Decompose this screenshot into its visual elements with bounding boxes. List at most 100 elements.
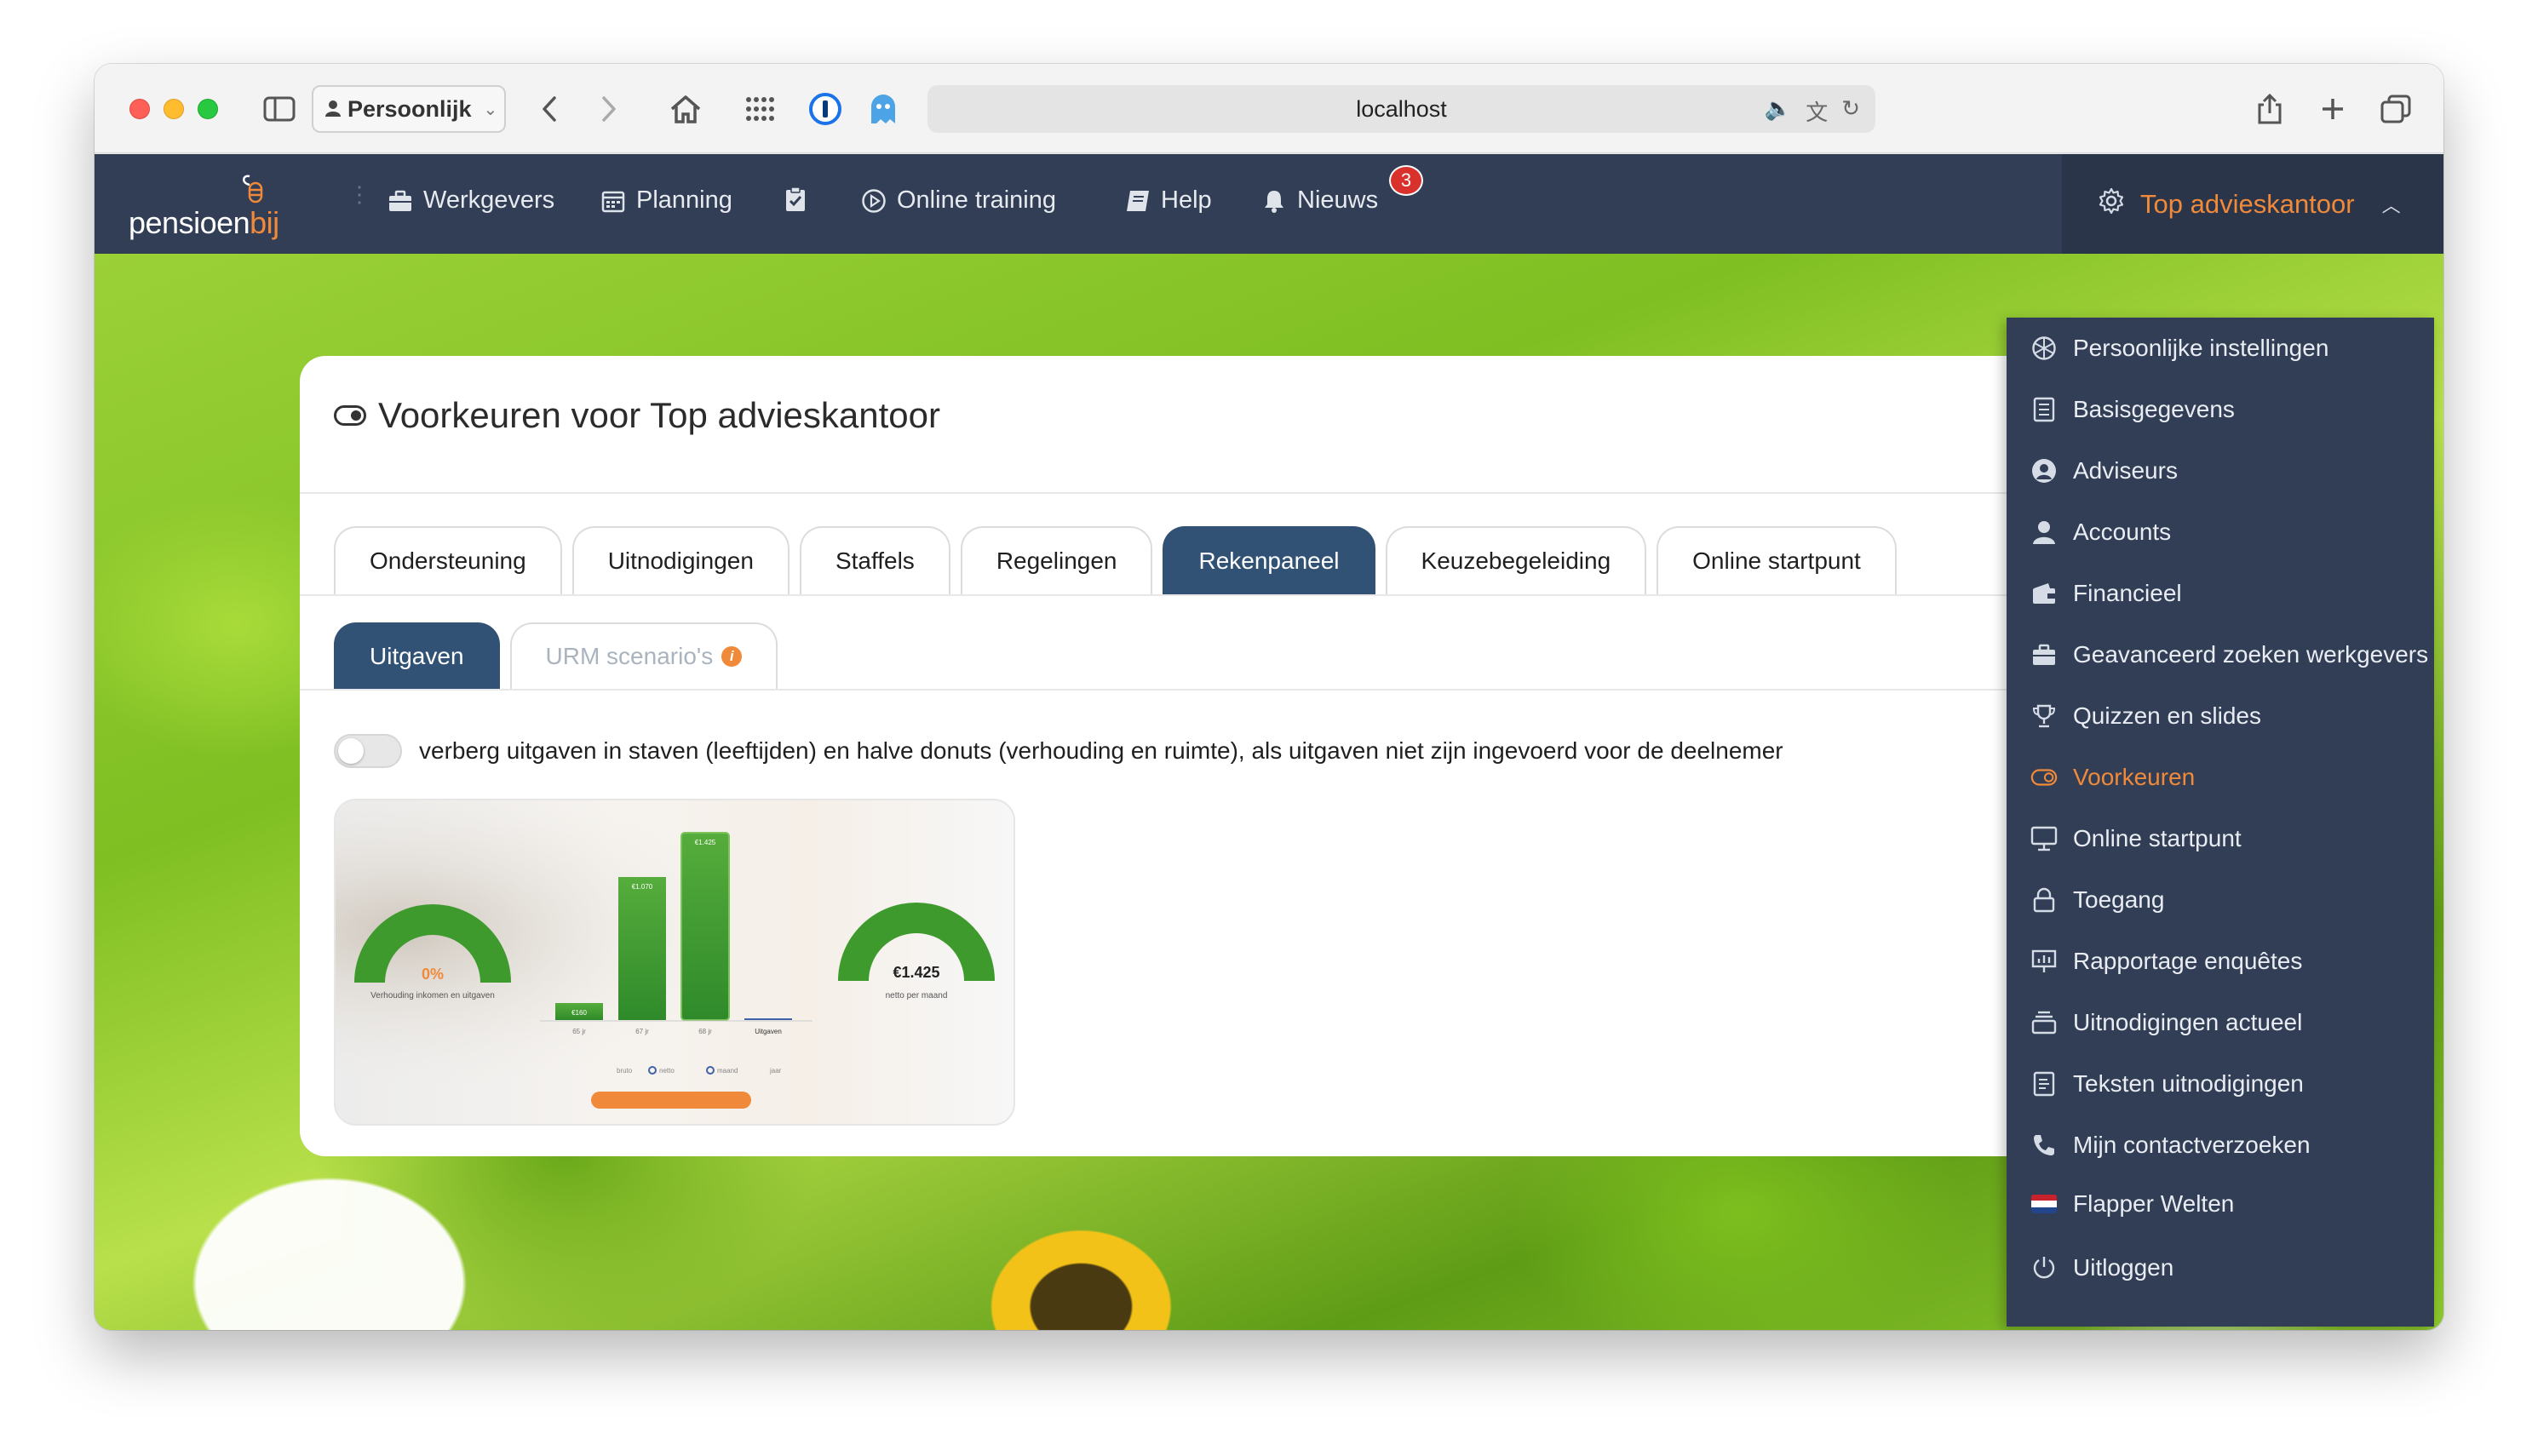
menu-item-label: Rapportage enquêtes [2073,948,2303,974]
app-navbar: pensioenbij ⋮ Werkgevers Planning Online… [95,154,2443,254]
menu-item-rapportage-enquetes[interactable]: Rapportage enquêtes [2030,948,2302,975]
calendar-icon [600,188,626,214]
aperture-icon [2030,335,2058,362]
tab-rekenpaneel[interactable]: Rekenpaneel [1163,526,1375,594]
menu-item-teksten-uitnodigingen[interactable]: Teksten uitnodigingen [2030,1070,2304,1098]
briefcase-icon [2030,641,2058,668]
nav-label: Nieuws [1297,186,1379,214]
profile-label: Persoonlijk [347,95,472,122]
right-donut-value: €1.425 [893,964,939,981]
speaker-icon[interactable]: 🔈 [1765,95,1792,127]
sidebar-toggle-icon[interactable] [261,91,297,127]
menu-item-financieel[interactable]: Financieel [2030,580,2182,607]
bee-icon [243,175,263,203]
user-circle-icon [2030,457,2058,484]
tab-regelingen[interactable]: Regelingen [960,526,1153,594]
forward-icon[interactable] [592,91,626,127]
bar-67 [618,877,666,1020]
bar-67-label: 67 jr [635,1028,649,1035]
menu-item-user-flapper-welten[interactable]: Flapper Welten [2030,1190,2234,1218]
profile-switcher[interactable]: Persoonlijk ⌄ [312,85,506,133]
url-text: localhost [1356,96,1447,122]
bar-uitgaven-label: Uitgaven [755,1028,782,1035]
nav-label: Online training [897,186,1056,214]
address-bar[interactable]: localhost 🔈 文 ↻ [927,85,1875,133]
menu-item-label: Mijn contactverzoeken [2073,1132,2311,1158]
chevron-up-icon: ︿ [2381,194,2401,216]
subtab-urm-scenarios[interactable]: URM scenario's i [509,622,778,689]
menu-item-label: Flapper Welten [2073,1190,2235,1217]
page-title: Voorkeuren voor Top advieskantoor [334,395,940,436]
inbox-stack-icon [2030,1009,2058,1036]
tab-staffels[interactable]: Staffels [799,526,950,594]
menu-item-label: Persoonlijke instellingen [2073,335,2329,361]
translate-icon[interactable]: 文 [1806,95,1828,127]
user-icon [2030,519,2058,546]
pensioenbij-logo[interactable]: pensioenbij [129,173,299,241]
menu-item-basisgegevens[interactable]: Basisgegevens [2030,396,2235,423]
bar-67-value: €1.070 [632,883,653,891]
person-icon [325,96,341,123]
ghost-extension-icon[interactable] [864,91,902,127]
menu-item-label: Online startpunt [2073,825,2242,851]
zoom-window-button[interactable] [198,99,218,119]
document-list-icon [2030,396,2058,423]
menu-item-accounts[interactable]: Accounts [2030,519,2171,546]
menu-item-label: Toegang [2073,886,2165,913]
tab-online-startpunt[interactable]: Online startpunt [1657,526,1897,594]
phone-icon [2030,1132,2058,1159]
close-window-button[interactable] [129,99,150,119]
menu-item-persoonlijke-instellingen[interactable]: Persoonlijke instellingen [2030,335,2328,362]
preview-background [336,800,1013,1124]
menu-item-adviseurs[interactable]: Adviseurs [2030,457,2178,484]
more-vertical-icon[interactable]: ⋮ [348,183,370,205]
nav-werkgevers[interactable]: Werkgevers [388,186,554,215]
tab-keuzebegeleiding[interactable]: Keuzebegeleiding [1385,526,1647,594]
bar-68-label: 68 jr [698,1028,712,1035]
menu-item-label: Uitloggen [2073,1254,2174,1281]
logo-word: pensioen [129,205,250,240]
tab-overview-icon[interactable] [2377,91,2415,127]
menu-item-geavanceerd-zoeken[interactable]: Geavanceerd zoeken werkgevers [2030,641,2428,668]
nav-help[interactable]: Help [1125,186,1212,215]
menu-item-online-startpunt[interactable]: Online startpunt [2030,825,2242,852]
menu-item-toegang[interactable]: Toegang [2030,886,2164,914]
settings-card: Voorkeuren voor Top advieskantoor Onders… [300,356,2139,1156]
bell-icon [1261,188,1287,214]
nav-online-training[interactable]: Online training [861,186,1056,215]
password-manager-icon[interactable] [807,91,844,127]
wallet-icon [2030,580,2058,607]
new-tab-icon[interactable] [2316,91,2350,127]
toggle-netto: netto [659,1067,675,1075]
menu-item-label: Accounts [2073,519,2172,545]
menu-item-contactverzoeken[interactable]: Mijn contactverzoeken [2030,1132,2311,1159]
menu-item-label: Financieel [2073,580,2182,606]
account-menu-toggle[interactable]: Top advieskantoor ︿ [2062,154,2443,254]
play-circle-icon [861,188,887,214]
back-icon[interactable] [532,91,566,127]
nav-planning[interactable]: Planning [600,186,732,215]
info-icon[interactable]: i [721,646,743,667]
trophy-icon [2030,702,2058,730]
left-donut-label: Verhouding inkomen en uitgaven [370,991,495,1000]
home-icon[interactable] [667,91,704,127]
sub-tabs: Uitgaven URM scenario's i [334,622,778,689]
hide-expenses-toggle[interactable] [334,734,402,768]
nav-nieuws[interactable]: Nieuws [1261,186,1378,215]
bar-uitgaven [744,1018,792,1020]
menu-item-quizzen[interactable]: Quizzen en slides [2030,702,2261,730]
subtab-uitgaven[interactable]: Uitgaven [334,622,500,689]
menu-item-label: Uitnodigingen actueel [2073,1009,2303,1035]
share-icon[interactable] [2253,91,2287,127]
menu-item-uitloggen[interactable]: Uitloggen [2030,1254,2173,1281]
book-icon [1125,188,1151,214]
nav-label: Werkgevers [423,186,555,214]
menu-item-voorkeuren[interactable]: Voorkeuren [2030,764,2195,791]
apps-grid-icon[interactable] [742,91,779,127]
minimize-window-button[interactable] [164,99,184,119]
reload-icon[interactable]: ↻ [1841,95,1860,127]
menu-item-uitnodigingen-actueel[interactable]: Uitnodigingen actueel [2030,1009,2302,1036]
tab-ondersteuning[interactable]: Ondersteuning [334,526,562,594]
tab-uitnodigingen[interactable]: Uitnodigingen [571,526,790,594]
nav-tasks[interactable] [783,186,808,212]
